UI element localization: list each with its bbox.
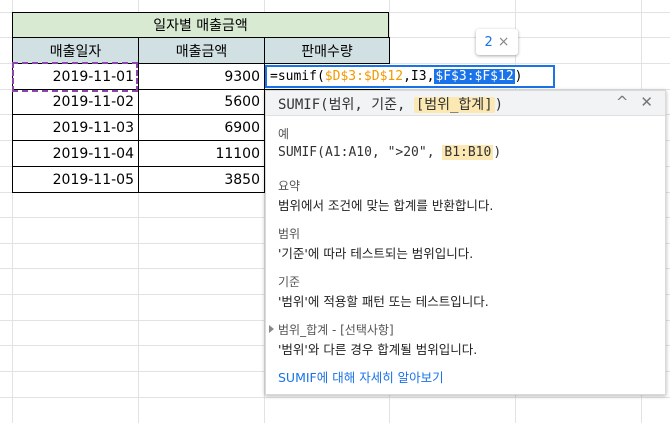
header-quantity-label: 판매수량 [301, 43, 353, 60]
table-title-cell[interactable]: 일자별 매출금액 [12, 12, 389, 38]
header-amount[interactable]: 매출금액 [138, 37, 265, 64]
amount-value: 3850 [224, 171, 260, 188]
formula-criterion: I3 [410, 69, 427, 84]
function-signature-bar[interactable]: SUMIF(범위, 기준, [범위_합계]) ^ ✕ [266, 91, 665, 116]
date-cell[interactable]: 2019-11-05 [12, 166, 139, 193]
amount-cell[interactable]: 5600 [138, 89, 265, 115]
signature-suffix: ) [494, 97, 504, 113]
criterion-label: 기준 [278, 275, 301, 289]
example-highlight: B1:B10 [442, 145, 494, 160]
caret-right-icon [266, 321, 278, 335]
learn-more-link[interactable]: SUMIF에 대해 자세히 알아보기 [278, 367, 444, 386]
formula-prefix: =sumif( [270, 69, 325, 84]
chevron-up-icon[interactable]: ^ [616, 93, 629, 111]
amount-cell[interactable]: 6900 [138, 114, 265, 141]
header-amount-label: 매출금액 [175, 43, 228, 60]
header-date[interactable]: 매출일자 [12, 37, 139, 64]
formula-sep1: , [403, 69, 411, 84]
range-label: 범위 [278, 227, 301, 241]
formula-editor[interactable]: =sumif($D$3:$D$12, I3, $F$3:$F$12) [265, 65, 555, 88]
function-signature: SUMIF(범위, 기준, [범위_합계]) [278, 94, 503, 114]
close-icon[interactable]: × [498, 34, 510, 50]
date-value: 2019-11-04 [52, 145, 134, 162]
example-label: 예 [278, 127, 290, 141]
amount-value: 6900 [224, 119, 260, 136]
table-title: 일자별 매출금액 [153, 18, 248, 34]
date-cell[interactable]: 2019-11-02 [12, 89, 139, 115]
amount-value: 5600 [224, 94, 260, 110]
date-value: 2019-11-03 [52, 119, 134, 136]
signature-active-arg: [범위_합계] [413, 97, 495, 113]
function-help-popup: SUMIF(범위, 기준, [범위_합계]) ^ ✕ 예 SUMIF(A1:A1… [265, 90, 666, 395]
example-suffix: ) [493, 145, 502, 160]
argument-chip[interactable]: 2 × [476, 29, 518, 55]
example-prefix: SUMIF(A1:A10, ">20", [278, 145, 443, 160]
date-value: 2019-11-01 [52, 68, 134, 85]
date-cell[interactable]: 2019-11-03 [12, 114, 139, 141]
formula-suffix: ) [514, 69, 523, 84]
close-icon[interactable]: ✕ [640, 93, 653, 111]
formula-range2: $F$3:$F$12 [434, 69, 515, 84]
criterion-text: '범위'에 적용할 패턴 또는 테스트입니다. [278, 294, 489, 309]
date-value: 2019-11-02 [52, 94, 134, 110]
amount-value: 11100 [215, 145, 260, 162]
header-quantity[interactable]: 판매수량 [264, 37, 390, 64]
argument-count: 2 [484, 34, 493, 50]
amount-cell[interactable]: 9300 [138, 63, 265, 90]
example-formula: SUMIF(A1:A10, ">20", B1:B10) [278, 145, 501, 160]
summary-label: 요약 [278, 179, 301, 193]
amount-cell[interactable]: 11100 [138, 140, 265, 167]
signature-prefix: SUMIF(범위, 기준, [278, 97, 414, 113]
formula-range1: $D$3:$D$12 [324, 69, 404, 84]
header-date-label: 매출일자 [49, 43, 102, 60]
date-value: 2019-11-05 [52, 171, 134, 188]
formula-sep2: , [426, 69, 435, 84]
sum-range-text: '범위'와 다른 경우 합계될 범위입니다. [278, 342, 478, 357]
date-cell[interactable]: 2019-11-01 [12, 63, 139, 90]
amount-cell[interactable]: 3850 [138, 166, 265, 193]
amount-value: 9300 [224, 68, 260, 85]
range-text: '기준'에 따라 테스트되는 범위입니다. [278, 246, 474, 261]
summary-text: 범위에서 조건에 맞는 합계를 반환합니다. [278, 198, 494, 213]
date-cell[interactable]: 2019-11-04 [12, 140, 139, 167]
sum-range-label: 범위_합계 - [선택사항] [278, 323, 394, 337]
